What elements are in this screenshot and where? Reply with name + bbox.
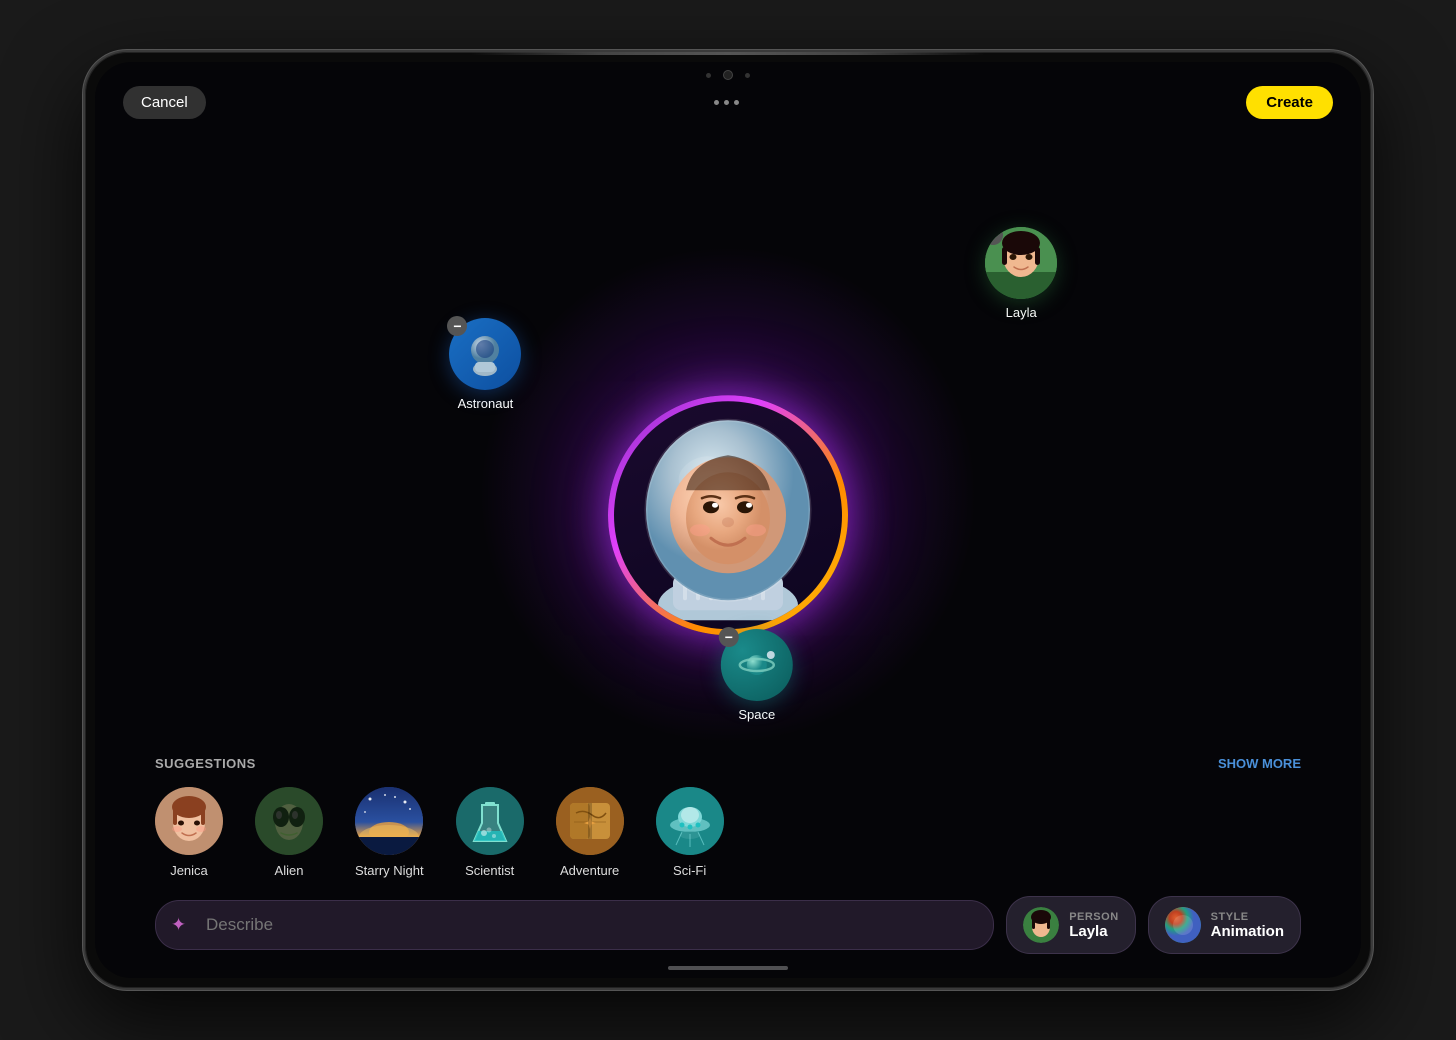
person-value: Layla (1069, 923, 1118, 940)
suggestion-adventure[interactable]: Adventure (556, 787, 624, 878)
top-bar: Cancel Create (95, 86, 1361, 119)
scientist-icon (456, 787, 524, 855)
avatar-ring (608, 395, 848, 635)
describe-input[interactable] (155, 900, 994, 950)
avatar-inner (614, 401, 842, 629)
home-indicator (668, 966, 788, 970)
center-avatar (608, 395, 848, 635)
suggestion-scientist[interactable]: Scientist (456, 787, 524, 878)
space-label: Space (738, 707, 775, 722)
layla-floating-item[interactable]: − (985, 227, 1057, 320)
astronaut-label: Astronaut (458, 396, 514, 411)
tablet-frame: Cancel Create (83, 50, 1373, 990)
input-wrapper: ✦ (155, 900, 994, 950)
camera-lens (723, 70, 733, 80)
screen: Cancel Create (95, 62, 1361, 978)
jenica-icon (155, 787, 223, 855)
style-avatar (1165, 907, 1201, 943)
dot-2 (724, 100, 729, 105)
layla-label: Layla (1006, 305, 1037, 320)
dot-1 (714, 100, 719, 105)
style-label: STYLE (1211, 911, 1284, 923)
alien-label: Alien (275, 863, 304, 878)
starry-night-label: Starry Night (355, 863, 424, 878)
person-avatar (1023, 907, 1059, 943)
person-pill[interactable]: PERSON Layla (1006, 896, 1135, 954)
suggestion-starry-night[interactable]: Starry Night (355, 787, 424, 878)
space-icon: − (721, 629, 793, 701)
jenica-label: Jenica (170, 863, 208, 878)
astronaut-icon: − (449, 318, 521, 390)
cancel-button[interactable]: Cancel (123, 86, 206, 119)
suggestions-header: SUGGESTIONS SHOW MORE (155, 756, 1301, 771)
adventure-label: Adventure (560, 863, 619, 878)
suggestion-alien[interactable]: Alien (255, 787, 323, 878)
style-value: Animation (1211, 923, 1284, 940)
suggestions-title: SUGGESTIONS (155, 756, 256, 771)
camera-mic (745, 73, 750, 78)
camera-bar (706, 70, 750, 80)
alien-icon (255, 787, 323, 855)
starry-night-icon (355, 787, 423, 855)
person-info: PERSON Layla (1069, 911, 1118, 940)
sparkle-icon: ✦ (171, 915, 186, 936)
scifi-label: Sci-Fi (673, 863, 706, 878)
adventure-icon (556, 787, 624, 855)
show-more-button[interactable]: SHOW MORE (1218, 756, 1301, 771)
layla-icon: − (985, 227, 1057, 299)
more-options[interactable] (714, 100, 739, 105)
style-pill[interactable]: STYLE Animation (1148, 896, 1301, 954)
suggestion-scifi[interactable]: Sci-Fi (656, 787, 724, 878)
bottom-toolbar: ✦ PERSON Layla (95, 896, 1361, 954)
suggestion-jenica[interactable]: Jenica (155, 787, 223, 878)
astronaut-floating-item[interactable]: − Astronaut (449, 318, 521, 411)
space-remove-badge[interactable]: − (719, 627, 739, 647)
suggestions-list: Jenica (155, 787, 1301, 878)
space-floating-item[interactable]: − Space (721, 629, 793, 722)
astronaut-avatar-svg (628, 410, 828, 620)
create-button[interactable]: Create (1246, 86, 1333, 119)
suggestions-bar: SUGGESTIONS SHOW MORE (95, 756, 1361, 878)
style-info: STYLE Animation (1211, 911, 1284, 940)
dot-3 (734, 100, 739, 105)
scientist-label: Scientist (465, 863, 514, 878)
person-label: PERSON (1069, 911, 1118, 923)
camera-sensor (706, 73, 711, 78)
scifi-icon (656, 787, 724, 855)
